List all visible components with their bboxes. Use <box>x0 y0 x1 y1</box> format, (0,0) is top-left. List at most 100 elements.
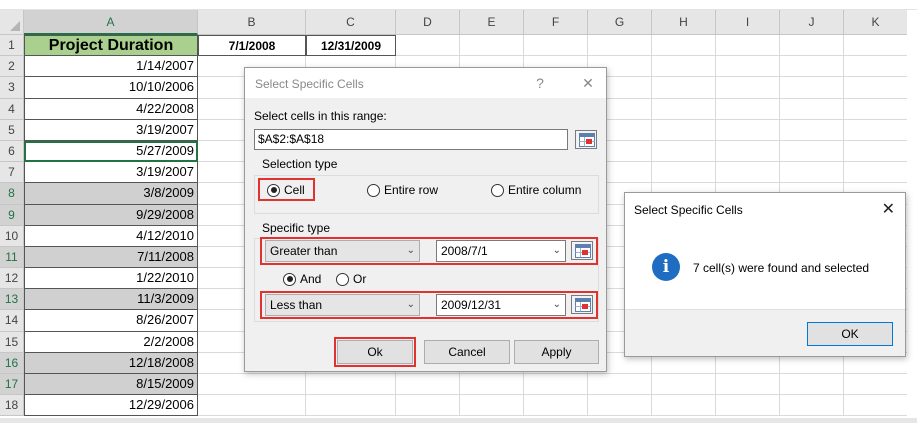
empty-cell[interactable] <box>588 35 652 57</box>
radio-and[interactable]: And <box>283 272 321 286</box>
empty-cell[interactable] <box>844 120 907 141</box>
row-header[interactable]: 14 <box>0 310 24 332</box>
empty-cell[interactable] <box>652 395 716 417</box>
select-all-corner[interactable] <box>0 10 24 35</box>
cell-c1[interactable]: 12/31/2009 <box>306 35 396 57</box>
empty-cell[interactable] <box>716 98 780 120</box>
empty-cell[interactable] <box>652 77 716 99</box>
radio-entire-column[interactable]: Entire column <box>491 183 581 197</box>
empty-cell[interactable] <box>780 374 844 396</box>
empty-cell[interactable] <box>844 99 907 120</box>
date-cell[interactable]: 3/19/2007 <box>24 119 198 141</box>
date-cell[interactable]: 9/29/2008 <box>24 204 198 226</box>
column-header-a[interactable]: A <box>24 10 198 35</box>
empty-cell[interactable] <box>780 119 844 141</box>
empty-cell[interactable] <box>460 374 524 396</box>
empty-cell[interactable] <box>652 162 716 184</box>
empty-cell[interactable] <box>460 395 524 417</box>
row-header[interactable]: 7 <box>0 162 24 184</box>
row-header[interactable]: 13 <box>0 289 24 311</box>
date-cell[interactable]: 3/8/2009 <box>24 183 198 205</box>
empty-cell[interactable] <box>844 35 907 57</box>
help-icon[interactable]: ? <box>529 73 551 93</box>
column-header-i[interactable]: I <box>716 10 780 35</box>
empty-cell[interactable] <box>780 77 844 99</box>
column-header-j[interactable]: J <box>780 10 844 35</box>
row-header[interactable]: 15 <box>0 331 24 353</box>
date-cell[interactable]: 7/11/2008 <box>24 246 198 269</box>
empty-cell[interactable] <box>780 395 844 417</box>
date-cell[interactable]: 10/10/2006 <box>24 77 198 99</box>
date-cell[interactable]: 4/12/2010 <box>24 225 198 247</box>
empty-cell[interactable] <box>716 35 780 57</box>
range-select-button[interactable] <box>575 130 597 149</box>
row-header[interactable]: 8 <box>0 183 24 205</box>
empty-cell[interactable] <box>306 374 396 396</box>
row-header[interactable]: 4 <box>0 98 24 120</box>
empty-cell[interactable] <box>844 56 907 78</box>
empty-cell[interactable] <box>844 162 907 184</box>
column-header-e[interactable]: E <box>460 10 524 35</box>
empty-cell[interactable] <box>652 56 716 78</box>
empty-cell[interactable] <box>524 395 588 417</box>
empty-cell[interactable] <box>780 35 844 57</box>
row-header[interactable]: 6 <box>0 140 24 163</box>
date-cell[interactable]: 12/18/2008 <box>24 352 198 374</box>
cell-b1[interactable]: 7/1/2008 <box>198 35 306 57</box>
row-header[interactable]: 9 <box>0 204 24 226</box>
date-cell[interactable]: 1/14/2007 <box>24 56 198 78</box>
empty-cell[interactable] <box>198 395 306 417</box>
row-header[interactable]: 2 <box>0 56 24 78</box>
row-header[interactable]: 11 <box>0 246 24 269</box>
date-cell[interactable]: 5/27/2009 <box>24 140 198 163</box>
row-header[interactable]: 18 <box>0 395 24 417</box>
date-cell[interactable]: 8/15/2009 <box>24 374 198 396</box>
date-cell[interactable]: 4/22/2008 <box>24 98 198 120</box>
result-ok-button[interactable]: OK <box>807 322 893 346</box>
empty-cell[interactable] <box>780 56 844 78</box>
column-header-f[interactable]: F <box>524 10 588 35</box>
date-cell[interactable]: 12/29/2006 <box>24 395 198 417</box>
date-cell[interactable]: 3/19/2007 <box>24 162 198 184</box>
row-header[interactable]: 10 <box>0 225 24 247</box>
apply-button[interactable]: Apply <box>514 340 599 364</box>
column-header-h[interactable]: H <box>652 10 716 35</box>
range-input[interactable]: $A$2:$A$18 <box>254 129 568 150</box>
empty-cell[interactable] <box>396 395 460 417</box>
empty-cell[interactable] <box>780 162 844 184</box>
column-header-d[interactable]: D <box>396 10 460 35</box>
column-header-k[interactable]: K <box>844 10 907 35</box>
cancel-button[interactable]: Cancel <box>424 340 510 364</box>
date-cell[interactable]: 1/22/2010 <box>24 268 198 290</box>
empty-cell[interactable] <box>716 374 780 396</box>
empty-cell[interactable] <box>198 374 306 396</box>
empty-cell[interactable] <box>844 395 907 417</box>
empty-cell[interactable] <box>652 98 716 120</box>
empty-cell[interactable] <box>844 141 907 163</box>
empty-cell[interactable] <box>588 374 652 396</box>
row-header[interactable]: 12 <box>0 268 24 290</box>
row-header[interactable]: 3 <box>0 77 24 99</box>
close-icon[interactable]: ✕ <box>577 73 599 93</box>
empty-cell[interactable] <box>844 77 907 99</box>
empty-cell[interactable] <box>716 56 780 78</box>
empty-cell[interactable] <box>652 374 716 396</box>
close-icon[interactable]: ✕ <box>882 199 895 219</box>
empty-cell[interactable] <box>716 119 780 141</box>
column-header-c[interactable]: C <box>306 10 396 35</box>
date-cell[interactable]: 11/3/2009 <box>24 289 198 311</box>
row-header[interactable]: 17 <box>0 374 24 396</box>
date-cell[interactable]: 2/2/2008 <box>24 331 198 353</box>
radio-or[interactable]: Or <box>336 272 366 286</box>
empty-cell[interactable] <box>780 140 844 163</box>
row-header[interactable]: 1 <box>0 35 24 57</box>
empty-cell[interactable] <box>524 374 588 396</box>
empty-cell[interactable] <box>716 77 780 99</box>
empty-cell[interactable] <box>716 140 780 163</box>
empty-cell[interactable] <box>844 374 907 396</box>
empty-cell[interactable] <box>652 140 716 163</box>
row-header[interactable]: 16 <box>0 352 24 374</box>
row-header[interactable]: 5 <box>0 119 24 141</box>
empty-cell[interactable] <box>716 162 780 184</box>
radio-entire-row[interactable]: Entire row <box>367 183 438 197</box>
